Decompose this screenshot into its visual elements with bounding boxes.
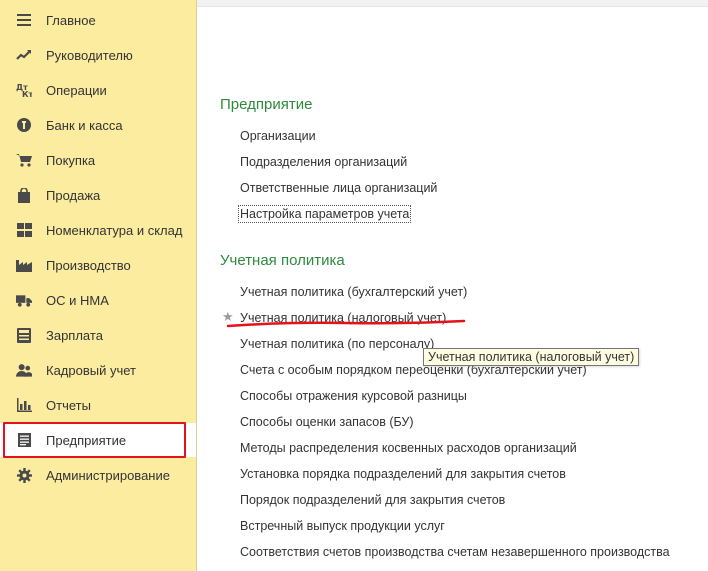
sidebar-item-pokupka[interactable]: Покупка: [0, 143, 196, 177]
sidebar-item-label: Главное: [46, 12, 96, 28]
sidebar-item-label: Руководителю: [46, 47, 133, 63]
sidebar-item-administrirovanie[interactable]: Администрирование: [0, 458, 196, 492]
link-up-buh[interactable]: Учетная политика (бухгалтерский учет): [240, 285, 467, 299]
sidebar-item-nomenklatura[interactable]: Номенклатура и склад: [0, 213, 196, 247]
link-sootvetstviya-schetov[interactable]: Соответствия счетов производства счетам …: [240, 545, 670, 559]
sidebar-item-os-i-nma[interactable]: ОС и НМА: [0, 283, 196, 317]
calculator-icon: [16, 327, 32, 343]
sidebar-item-label: Производство: [46, 257, 131, 273]
sidebar-item-label: Предприятие: [46, 432, 127, 448]
sidebar-item-label: Администрирование: [46, 467, 170, 483]
section-title-uchetnaya-politika: Учетная политика: [220, 252, 345, 269]
sidebar-item-kadrovyi-uchet[interactable]: Кадровый учет: [0, 353, 196, 387]
bag-icon: [16, 187, 32, 203]
document-icon: [16, 432, 32, 448]
sidebar-item-label: Продажа: [46, 187, 101, 203]
cart-icon: [16, 152, 32, 168]
link-kursovaya-raznica[interactable]: Способы отражения курсовой разницы: [240, 389, 467, 403]
bar-chart-icon: [16, 397, 32, 413]
sidebar-item-label: Банк и касса: [46, 117, 123, 133]
sidebar-item-otchety[interactable]: Отчеты: [0, 388, 196, 422]
sidebar-item-rukovoditelyu[interactable]: Руководителю: [0, 38, 196, 72]
menu-icon: [16, 12, 32, 28]
trend-icon: [16, 47, 32, 63]
sidebar-item-operacii[interactable]: Дт Кт Операции: [0, 73, 196, 107]
link-nastroika-parametrov[interactable]: Настройка параметров учета: [237, 205, 412, 223]
debit-credit-icon: Дт Кт: [16, 82, 32, 98]
sidebar-item-label: Покупка: [46, 152, 96, 168]
star-icon[interactable]: ★: [222, 309, 234, 325]
link-ustanovka-poryadka[interactable]: Установка порядка подразделений для закр…: [240, 467, 566, 481]
coin-icon: [16, 117, 32, 133]
tooltip: Учетная политика (налоговый учет): [423, 348, 640, 366]
section-title-predpriyatie: Предприятие: [220, 96, 313, 113]
sidebar-item-glavnoe[interactable]: Главное: [0, 3, 196, 37]
people-icon: [16, 362, 32, 378]
link-ocenka-zapasov[interactable]: Способы оценки запасов (БУ): [240, 415, 414, 429]
link-up-personal[interactable]: Учетная политика (по персоналу): [240, 337, 434, 351]
sidebar-item-label: ОС и НМА: [46, 292, 109, 308]
top-strip: [197, 0, 708, 7]
link-up-nalog[interactable]: Учетная политика (налоговый учет): [240, 311, 446, 325]
sidebar-item-label: Операции: [46, 82, 107, 98]
sidebar-item-label: Номенклатура и склад: [46, 222, 183, 238]
sidebar-item-label: Кадровый учет: [46, 362, 136, 378]
link-organizacii[interactable]: Организации: [240, 129, 316, 143]
link-podrazdeleniya[interactable]: Подразделения организаций: [240, 155, 407, 169]
svg-text:Кт: Кт: [22, 90, 32, 98]
sidebar-item-proizvodstvo[interactable]: Производство: [0, 248, 196, 282]
link-poryadok-podrazdelenii[interactable]: Порядок подразделений для закрытия счето…: [240, 493, 505, 507]
gear-icon: [16, 467, 32, 483]
link-vstrechnyi-vypusk[interactable]: Встречный выпуск продукции услуг: [240, 519, 445, 533]
link-otvetstvennye-lica[interactable]: Ответственные лица организаций: [240, 181, 437, 195]
sidebar-item-label: Отчеты: [46, 397, 91, 413]
grid-icon: [16, 222, 32, 238]
link-kosvennye-rashody[interactable]: Методы распределения косвенных расходов …: [240, 441, 577, 455]
factory-icon: [16, 257, 32, 273]
sidebar-item-predpriyatie[interactable]: Предприятие: [0, 423, 196, 457]
sidebar-item-label: Зарплата: [46, 327, 103, 343]
truck-icon: [16, 292, 32, 308]
sidebar: Главное Руководителю Дт Кт Операции Банк …: [0, 0, 197, 571]
sidebar-item-zarplata[interactable]: Зарплата: [0, 318, 196, 352]
sidebar-item-bank-i-kassa[interactable]: Банк и касса: [0, 108, 196, 142]
sidebar-item-prodazha[interactable]: Продажа: [0, 178, 196, 212]
